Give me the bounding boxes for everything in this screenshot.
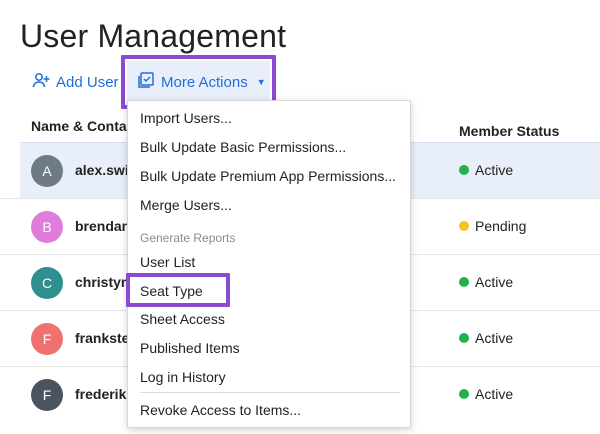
column-header-name[interactable]: Name & Contact <box>31 118 139 134</box>
menu-section-generate-reports: Generate Reports <box>140 231 236 245</box>
status-badge: Active <box>459 274 513 290</box>
add-user-button[interactable]: Add User <box>32 72 119 92</box>
status-label: Pending <box>475 218 527 234</box>
more-actions-menu: Import Users... Bulk Update Basic Permis… <box>126 100 411 428</box>
avatar: F <box>31 379 63 411</box>
menu-item-published-items[interactable]: Published Items <box>140 340 240 356</box>
menu-item-bulk-update-premium[interactable]: Bulk Update Premium App Permissions... <box>140 168 396 184</box>
column-header-status[interactable]: Member Status <box>459 123 559 139</box>
status-dot <box>459 165 469 175</box>
user-name: frankste <box>75 330 130 346</box>
status-label: Active <box>475 386 514 402</box>
avatar: B <box>31 211 63 243</box>
menu-item-log-in-history[interactable]: Log in History <box>140 369 226 385</box>
status-badge: Pending <box>459 218 526 234</box>
status-dot <box>459 277 469 287</box>
status-badge: Active <box>459 386 513 402</box>
status-label: Active <box>475 162 514 178</box>
menu-item-sheet-access[interactable]: Sheet Access <box>140 311 225 327</box>
add-user-icon <box>32 72 50 92</box>
menu-item-merge-users[interactable]: Merge Users... <box>140 197 232 213</box>
add-user-label: Add User <box>56 73 119 91</box>
status-badge: Active <box>459 330 513 346</box>
seat-type-highlight <box>126 273 230 307</box>
avatar: A <box>31 155 63 187</box>
menu-divider <box>140 392 400 393</box>
menu-item-revoke-access[interactable]: Revoke Access to Items... <box>140 402 301 418</box>
user-name: alex.swi <box>75 162 129 178</box>
status-dot <box>459 221 469 231</box>
status-dot <box>459 333 469 343</box>
toolbar: Add User More Actions ▼ <box>0 55 600 109</box>
status-label: Active <box>475 274 514 290</box>
menu-item-import-users[interactable]: Import Users... <box>140 110 232 126</box>
avatar: C <box>31 267 63 299</box>
status-dot <box>459 389 469 399</box>
user-name: brendan <box>75 218 130 234</box>
menu-item-bulk-update-basic[interactable]: Bulk Update Basic Permissions... <box>140 139 346 155</box>
status-badge: Active <box>459 162 513 178</box>
user-name: frederik <box>75 386 127 402</box>
user-name: christym <box>75 274 130 290</box>
avatar: F <box>31 323 63 355</box>
status-label: Active <box>475 330 514 346</box>
menu-item-user-list[interactable]: User List <box>140 254 195 270</box>
page-title: User Management <box>20 18 287 54</box>
